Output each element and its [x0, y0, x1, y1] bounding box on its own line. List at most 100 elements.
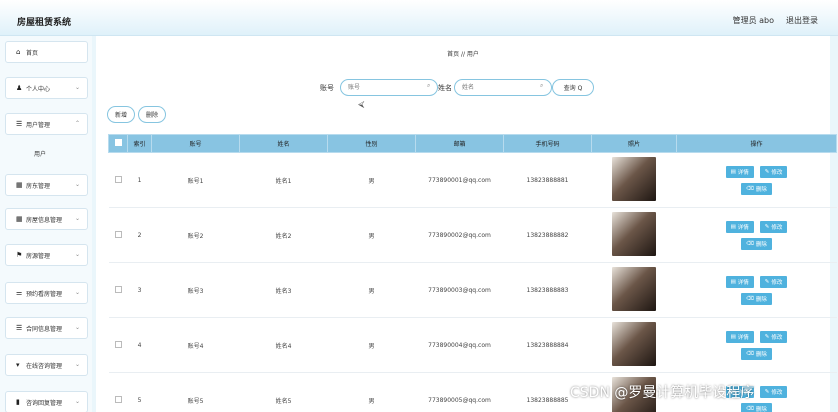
- column-header: 索引: [127, 134, 152, 153]
- sidebar-item-landlords[interactable]: ▦ 房东管理 ⌄: [5, 174, 88, 196]
- mouse-cursor-icon: ⮘: [358, 100, 365, 110]
- cell-name: 姓名1: [239, 152, 328, 208]
- column-header: 手机号码: [503, 134, 592, 153]
- trash-icon: ⌫: [746, 405, 754, 412]
- row-delete-button[interactable]: ⌫ 删除: [741, 182, 772, 195]
- delete-button[interactable]: 删除: [138, 106, 166, 123]
- detail-icon: ▤: [730, 223, 736, 230]
- edit-button[interactable]: ✎ 修改: [759, 220, 788, 233]
- row-delete-button[interactable]: ⌫ 删除: [741, 292, 772, 305]
- user-icon: ♟: [16, 84, 23, 92]
- sidebar-item-listings[interactable]: ⚑ 房源管理 ⌄: [5, 244, 88, 266]
- table-header-row: 索引 账号 姓名 性别 邮箱 手机号码 照片 操作: [108, 134, 837, 153]
- cell-index: 4: [127, 317, 152, 373]
- row-checkbox[interactable]: [108, 372, 128, 412]
- row-delete-button[interactable]: ⌫ 删除: [741, 237, 772, 250]
- edit-button[interactable]: ✎ 修改: [759, 330, 788, 343]
- row-checkbox[interactable]: [108, 152, 128, 208]
- sidebar-item-label: 首页: [26, 49, 39, 57]
- row-delete-label: 删除: [755, 406, 767, 412]
- edit-button[interactable]: ✎ 修改: [759, 385, 788, 398]
- row-checkbox[interactable]: [108, 262, 128, 318]
- cell-name: 姓名2: [239, 207, 328, 263]
- row-delete-button[interactable]: ⌫ 删除: [741, 402, 772, 412]
- detail-button[interactable]: ▤ 详情: [725, 275, 754, 288]
- edit-label: 修改: [771, 279, 783, 286]
- sidebar-item-house-info[interactable]: ▦ 房屋信息管理 ⌄: [5, 208, 88, 230]
- sidebar-item-label: 用户管理: [26, 121, 51, 129]
- edit-button[interactable]: ✎ 修改: [759, 165, 788, 178]
- chevron-down-icon: ⌄: [74, 324, 80, 331]
- cell-email: 773890004@qq.com: [415, 317, 504, 373]
- row-checkbox[interactable]: [108, 207, 128, 263]
- account-search-input[interactable]: [340, 79, 438, 96]
- breadcrumb: 首页 // 用户: [447, 51, 479, 58]
- table-row: 3 账号3 姓名3 男 773890003@qq.com 13823888883…: [108, 262, 837, 318]
- edit-label: 修改: [771, 224, 783, 231]
- sidebar-item-label: 预约看房管理: [26, 290, 63, 298]
- cell-index: 3: [127, 262, 152, 318]
- chevron-down-icon: ⌄: [74, 398, 80, 405]
- list-icon: ☰: [16, 324, 23, 332]
- detail-button[interactable]: ▤ 详情: [725, 330, 754, 343]
- cell-photo: [591, 207, 677, 263]
- column-header: 邮箱: [415, 134, 504, 153]
- trash-icon: ⌫: [746, 350, 754, 357]
- cell-phone: 13823888883: [503, 262, 592, 318]
- edit-icon: ✎: [764, 168, 770, 175]
- row-checkbox[interactable]: [108, 317, 128, 373]
- row-delete-label: 删除: [755, 241, 767, 248]
- cell-gender: 男: [327, 262, 416, 318]
- edit-icon: ✎: [764, 388, 770, 395]
- table-row: 2 账号2 姓名2 男 773890002@qq.com 13823888882…: [108, 207, 837, 263]
- sidebar-item-label: 房屋信息管理: [26, 216, 63, 224]
- home-icon: ⌂: [16, 48, 21, 56]
- search-icon: ⌕: [427, 82, 431, 89]
- cell-index: 5: [127, 372, 152, 412]
- list-icon: ☰: [16, 120, 23, 128]
- cell-account: 账号2: [151, 207, 240, 263]
- cell-account: 账号4: [151, 317, 240, 373]
- cell-name: 姓名3: [239, 262, 328, 318]
- grid-icon: ▦: [16, 181, 23, 189]
- sidebar-item-label: 个人中心: [26, 85, 51, 93]
- sidebar-item-home[interactable]: ⌂ 首页: [5, 41, 88, 63]
- top-bar: 房屋租赁系统 管理员 abo 退出登录: [0, 0, 838, 36]
- flag-icon: ⚑: [16, 251, 23, 259]
- user-photo: [612, 267, 656, 311]
- query-label: 查询 Q: [563, 85, 583, 92]
- edit-icon: ✎: [764, 333, 770, 340]
- detail-button[interactable]: ▤ 详情: [725, 165, 754, 178]
- detail-icon: ▤: [730, 168, 736, 175]
- sidebar-item-replies[interactable]: ▮ 咨询回复管理 ⌄: [5, 391, 88, 412]
- sidebar-item-users[interactable]: ☰ 用户管理 ⌃: [5, 113, 88, 135]
- cell-gender: 男: [327, 317, 416, 373]
- sidebar-item-profile[interactable]: ♟ 个人中心 ⌄: [5, 77, 88, 99]
- name-search-input[interactable]: [454, 79, 552, 96]
- query-button[interactable]: 查询 Q: [552, 79, 594, 96]
- chevron-up-icon: ⌃: [74, 120, 80, 127]
- cell-account: 账号3: [151, 262, 240, 318]
- column-header: 操作: [676, 134, 837, 153]
- row-delete-button[interactable]: ⌫ 删除: [741, 347, 772, 360]
- cell-email: 773890001@qq.com: [415, 152, 504, 208]
- account-label: 账号: [320, 84, 334, 92]
- row-delete-label: 删除: [755, 351, 767, 358]
- sidebar-item-consultation[interactable]: ▾ 在线咨询管理 ⌄: [5, 354, 88, 376]
- user-table: 索引 账号 姓名 性别 邮箱 手机号码 照片 操作 1 账号1 姓名1 男 77…: [108, 134, 837, 412]
- main-panel: 首页 // 用户 账号 ⌕ 姓名 ⌕ 查询 Q ⮘ 新增 删除 索引 账号 姓名…: [96, 36, 837, 412]
- cell-email: 773890005@qq.com: [415, 372, 504, 412]
- sidebar-subitem-user[interactable]: 用户: [34, 149, 46, 158]
- select-all-checkbox[interactable]: [108, 134, 128, 153]
- logout-link[interactable]: 退出登录: [786, 15, 818, 26]
- sidebar-item-contracts[interactable]: ☰ 合同信息管理 ⌄: [5, 317, 88, 339]
- detail-button[interactable]: ▤ 详情: [725, 220, 754, 233]
- add-label: 新增: [114, 112, 127, 119]
- edit-button[interactable]: ✎ 修改: [759, 275, 788, 288]
- edit-label: 修改: [771, 334, 783, 341]
- add-button[interactable]: 新增: [107, 106, 135, 123]
- edit-label: 修改: [771, 389, 783, 396]
- sidebar-item-label: 咨询回复管理: [26, 399, 63, 407]
- cell-email: 773890002@qq.com: [415, 207, 504, 263]
- sidebar-item-viewings[interactable]: ⚌ 预约看房管理 ⌄: [5, 282, 88, 304]
